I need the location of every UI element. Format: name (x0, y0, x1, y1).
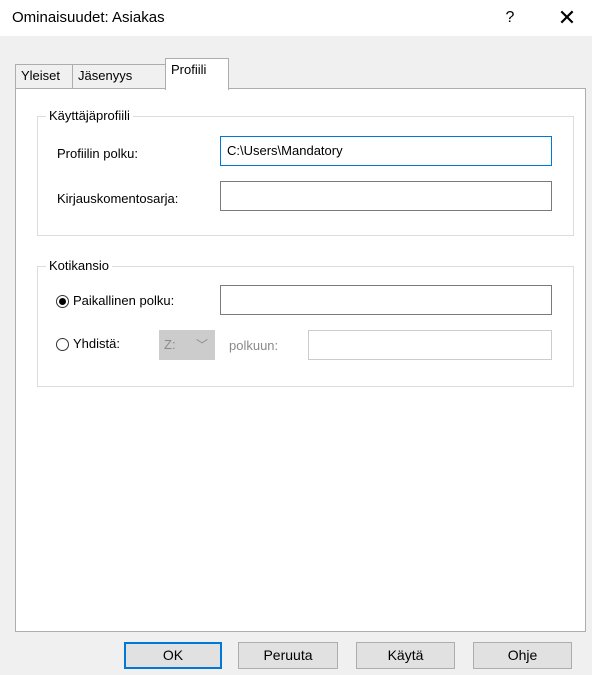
tab-yleiset[interactable]: Yleiset (15, 64, 73, 88)
title-bar: Ominaisuudet: Asiakas ? ✕ (0, 0, 592, 36)
connect-radio[interactable] (56, 338, 69, 351)
help-icon[interactable]: ? (496, 4, 524, 32)
window-title: Ominaisuudet: Asiakas (12, 9, 165, 26)
drive-select-value: Z: (164, 337, 176, 352)
logon-script-label: Kirjauskomentosarja: (57, 191, 179, 206)
tab-profiili[interactable]: Profiili (165, 58, 229, 90)
to-path-input (308, 330, 552, 360)
ok-button[interactable]: OK (124, 642, 222, 669)
chevron-down-icon: ﹀ (195, 338, 208, 352)
user-profile-group: Käyttäjäprofiili (37, 108, 574, 236)
profile-path-label: Profiilin polku: (57, 146, 138, 161)
to-path-label: polkuun: (229, 338, 279, 353)
drive-select: Z: ﹀ (159, 330, 215, 360)
user-profile-group-title: Käyttäjäprofiili (46, 108, 133, 123)
cancel-button[interactable]: Peruuta (238, 642, 338, 669)
logon-script-input[interactable] (220, 181, 552, 211)
tab-panel: Käyttäjäprofiili Profiilin polku: C:\Use… (15, 88, 586, 632)
local-path-input[interactable] (220, 285, 552, 315)
tab-jasenyys[interactable]: Jäsenyys (72, 64, 166, 88)
profile-path-input[interactable]: C:\Users\Mandatory (220, 136, 552, 166)
home-folder-group-title: Kotikansio (46, 258, 112, 273)
help-button[interactable]: Ohje (473, 642, 572, 669)
close-icon[interactable]: ✕ (552, 4, 582, 32)
local-path-label[interactable]: Paikallinen polku: (73, 293, 174, 308)
local-path-radio[interactable] (56, 295, 69, 308)
connect-label[interactable]: Yhdistä: (73, 336, 120, 351)
apply-button[interactable]: Käytä (356, 642, 455, 669)
